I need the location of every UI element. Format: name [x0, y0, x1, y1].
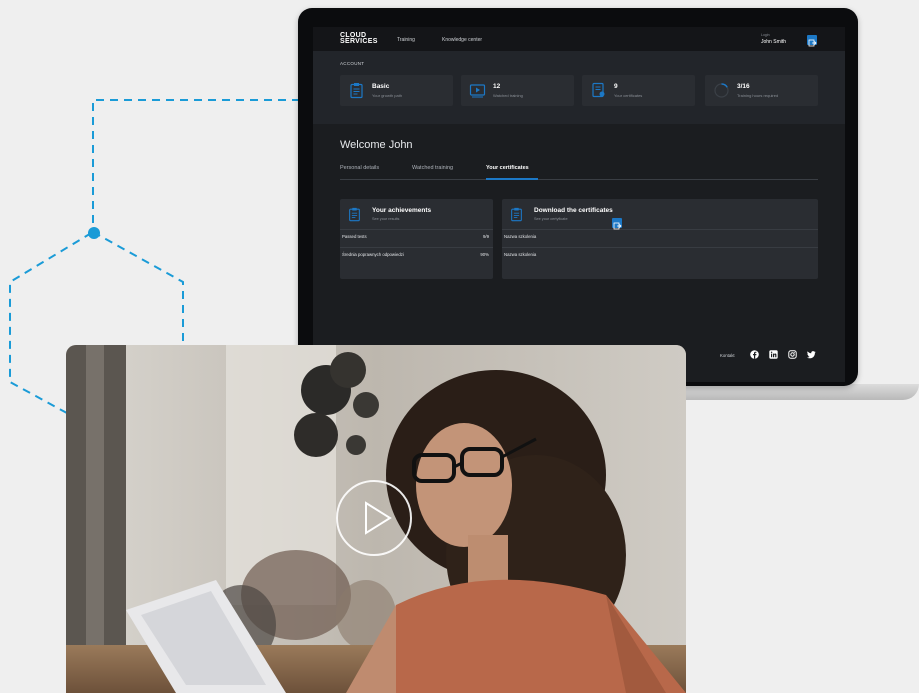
laptop-screen: CLOUD SERVICES Training Knowledge center… [313, 27, 845, 382]
certificate-icon [592, 82, 605, 98]
table-row: Średnia poprawnych odpowiedzi 90% [340, 247, 493, 263]
table-row: Passed tests 9/9 [340, 229, 493, 245]
achievements-subtitle: See your results [372, 217, 400, 221]
row-value: 9/9 [483, 234, 489, 239]
progress-clock-icon [714, 83, 729, 98]
login-label: Login [761, 33, 770, 37]
logout-button[interactable] [807, 35, 817, 47]
user-name[interactable]: John Smith [761, 39, 786, 45]
achievements-panel: Your achievements See your results Passe… [340, 199, 493, 279]
certificate-name: Nazwa szkolenia [504, 252, 537, 257]
certificates-subtitle: See your certyficate [534, 217, 568, 221]
stat-card-certificates[interactable]: 9 Your certificates [582, 75, 695, 106]
footer-contact-link[interactable]: Kontakt [720, 353, 735, 358]
tab-personal-details[interactable]: Personal details [340, 165, 379, 171]
tab-watched-training[interactable]: Watched training [412, 165, 453, 171]
facebook-icon[interactable] [750, 350, 759, 359]
account-label: ACCOUNT [340, 61, 365, 66]
achievements-title: Your achievements [372, 207, 432, 214]
certificate-name: Nazwa szkolenia [504, 234, 537, 239]
stat-label: Training hours required [737, 93, 779, 98]
stat-card-training-hours[interactable]: 3/16 Training hours required [705, 75, 818, 106]
certificates-panel: Download the certificates See your certy… [502, 199, 818, 279]
download-certificates-button[interactable] [612, 218, 622, 230]
stat-value: 12 [493, 83, 501, 90]
row-label: Passed tests [342, 234, 367, 239]
clipboard-icon [349, 207, 360, 222]
brand-logo[interactable]: CLOUD SERVICES [340, 32, 378, 45]
play-video-button[interactable] [336, 480, 412, 556]
clipboard-icon [511, 207, 522, 222]
welcome-heading: Welcome John [340, 139, 413, 151]
tab-divider [340, 179, 818, 180]
stat-label: Watched training [493, 93, 523, 98]
stat-value: 9 [614, 83, 618, 90]
video-icon [469, 84, 486, 98]
linkedin-icon[interactable] [769, 350, 778, 359]
stat-label: Your certificates [614, 93, 643, 98]
stat-value: Basic [372, 83, 390, 90]
twitter-icon[interactable] [807, 350, 816, 359]
stat-card-watched-training[interactable]: 12 Watched training [461, 75, 574, 106]
instagram-icon[interactable] [788, 350, 797, 359]
download-icon [613, 222, 622, 230]
row-value: 90% [480, 252, 489, 257]
logout-icon [808, 39, 817, 47]
certificate-row[interactable]: Nazwa szkolenia [502, 247, 818, 263]
play-icon [365, 501, 392, 535]
row-label: Średnia poprawnych odpowiedzi [342, 252, 404, 257]
nav-link-knowledge-center[interactable]: Knowledge center [442, 37, 482, 43]
clipboard-icon [350, 83, 363, 99]
brand-line-2: SERVICES [340, 38, 378, 45]
certificate-row[interactable]: Nazwa szkolenia [502, 229, 818, 245]
active-tab-indicator [486, 178, 538, 180]
stat-label: Your growth path [372, 93, 403, 98]
nav-link-training[interactable]: Training [397, 37, 415, 43]
tab-your-certificates[interactable]: Your certificates [486, 165, 529, 171]
stat-value: 3/16 [737, 83, 750, 90]
stat-card-growth-path[interactable]: Basic Your growth path [340, 75, 453, 106]
certificates-title: Download the certificates [534, 207, 613, 214]
